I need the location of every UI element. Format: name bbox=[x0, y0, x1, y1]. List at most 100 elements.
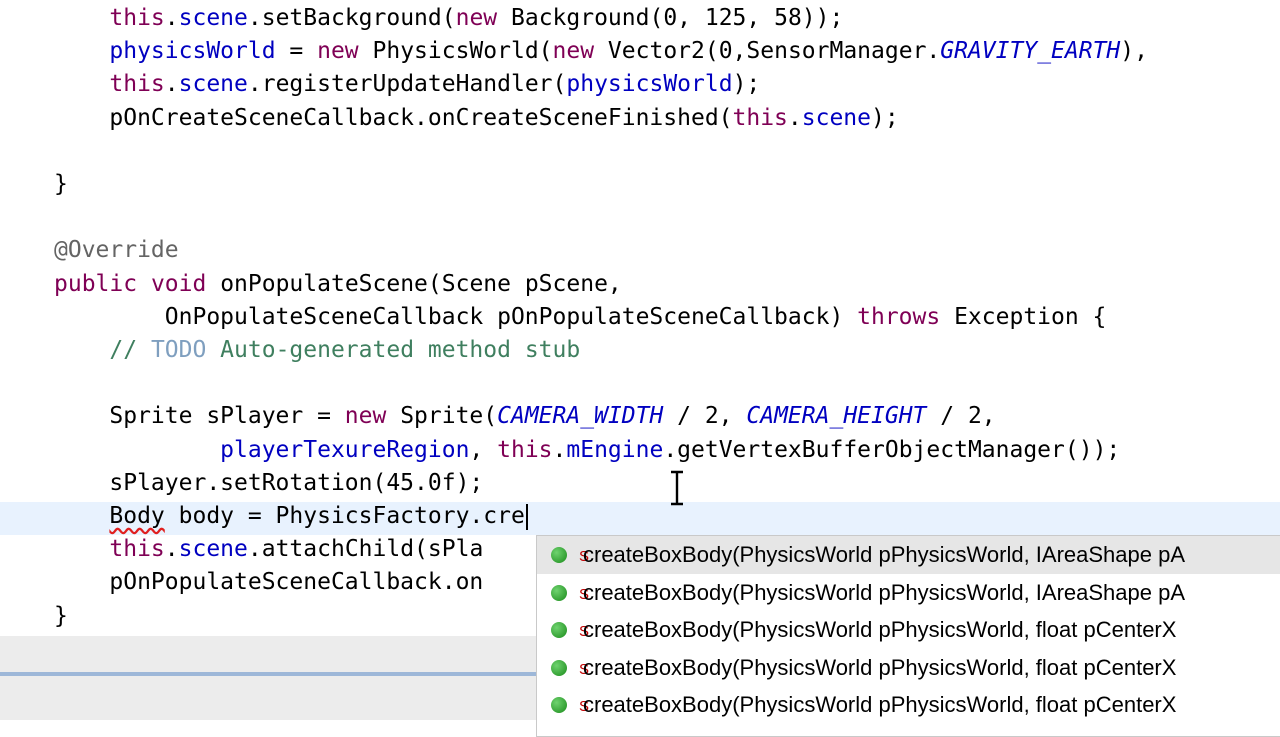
code-token: } bbox=[54, 171, 68, 197]
public-static-method-icon: S bbox=[551, 697, 589, 715]
code-token: , bbox=[469, 436, 498, 463]
code-token: Auto-generated method stub bbox=[206, 337, 581, 363]
code-token: .registerUpdateHandler( bbox=[247, 71, 567, 98]
code-line[interactable]: } bbox=[54, 600, 68, 633]
completion-item[interactable]: ScreateBoxBody(PhysicsWorld pPhysicsWorl… bbox=[537, 649, 1280, 687]
code-token: this bbox=[732, 104, 788, 131]
code-line[interactable]: Sprite sPlayer = new Sprite(CAMERA_WIDTH… bbox=[54, 400, 996, 433]
code-token: = bbox=[275, 38, 318, 65]
code-line[interactable]: pOnPopulateSceneCallback.on bbox=[54, 566, 483, 599]
code-token: ), bbox=[1120, 38, 1148, 65]
public-static-method-icon: S bbox=[551, 547, 589, 565]
code-token: pOnPopulateSceneCallback.on bbox=[54, 569, 484, 596]
code-token: Vector2(0,SensorManager. bbox=[594, 38, 941, 65]
code-token: ); bbox=[732, 71, 761, 98]
code-token: public bbox=[54, 270, 138, 297]
code-token: . bbox=[787, 104, 802, 131]
text-cursor-icon bbox=[671, 470, 683, 506]
code-token: CAMERA_WIDTH bbox=[497, 403, 664, 430]
code-token: . bbox=[164, 536, 179, 563]
code-token: scene bbox=[178, 536, 248, 563]
code-line[interactable]: Body body = PhysicsFactory.cre bbox=[54, 500, 528, 533]
completion-item[interactable]: ScreateBoxBody(PhysicsWorld pPhysicsWorl… bbox=[537, 536, 1280, 574]
code-token: sPlayer.setRotation(45.0f); bbox=[54, 469, 484, 496]
code-line[interactable]: @Override bbox=[54, 234, 179, 267]
completion-item-label: createBoxBody(PhysicsWorld pPhysicsWorld… bbox=[583, 542, 1186, 567]
code-token: physicsWorld bbox=[109, 38, 276, 65]
code-token: scene bbox=[178, 5, 248, 31]
code-token: .setBackground( bbox=[247, 5, 456, 31]
code-line[interactable]: this.scene.attachChild(sPla bbox=[54, 533, 483, 566]
code-token: Background(0, 125, 58)); bbox=[497, 5, 844, 31]
text-caret bbox=[525, 503, 528, 530]
code-line[interactable]: this.scene.registerUpdateHandler(physics… bbox=[54, 68, 760, 101]
code-token: new bbox=[317, 38, 359, 65]
code-token: throws bbox=[857, 303, 941, 330]
completion-item-label: createBoxBody(PhysicsWorld pPhysicsWorld… bbox=[583, 579, 1186, 605]
code-token: Sprite sPlayer = bbox=[54, 403, 345, 430]
completion-item[interactable]: ScreateBoxBody(PhysicsWorld pPhysicsWorl… bbox=[537, 686, 1280, 724]
public-static-method-icon: S bbox=[551, 659, 589, 678]
code-token: Sprite( bbox=[386, 403, 498, 430]
code-token: onPopulateScene(Scene pScene, bbox=[206, 270, 622, 297]
code-line[interactable]: pOnCreateSceneCallback.onCreateSceneFini… bbox=[54, 102, 899, 135]
code-token: . bbox=[164, 71, 179, 98]
code-token: new bbox=[344, 403, 387, 430]
code-completion-popup[interactable]: ScreateBoxBody(PhysicsWorld pPhysicsWorl… bbox=[536, 535, 1280, 737]
code-token: scene bbox=[178, 71, 248, 98]
completion-item[interactable]: ScreateBoxBody(PhysicsWorld pPhysicsWorl… bbox=[537, 611, 1280, 649]
code-token: void bbox=[150, 270, 207, 297]
code-token: scene bbox=[801, 104, 872, 131]
code-line[interactable]: // TODO Auto-generated method stub bbox=[54, 334, 580, 367]
code-token: Body bbox=[109, 503, 165, 529]
code-token: Exception { bbox=[940, 303, 1107, 330]
code-token: TODO bbox=[150, 337, 207, 363]
code-token: body = PhysicsFactory.cre bbox=[164, 503, 525, 529]
code-token: @Override bbox=[54, 237, 179, 264]
code-token: this bbox=[497, 436, 553, 463]
code-line[interactable]: } bbox=[54, 168, 68, 201]
code-token: new bbox=[455, 5, 498, 31]
completion-item-label: createBoxBody(PhysicsWorld pPhysicsWorld… bbox=[583, 692, 1177, 718]
code-token: / 2, bbox=[663, 403, 747, 430]
code-line[interactable]: sPlayer.setRotation(45.0f); bbox=[54, 467, 483, 500]
code-token: new bbox=[552, 38, 595, 65]
code-token: this bbox=[109, 71, 165, 98]
code-line[interactable]: public void onPopulateScene(Scene pScene… bbox=[54, 268, 622, 301]
code-token: . bbox=[552, 436, 567, 463]
code-token: GRAVITY_EARTH bbox=[940, 38, 1121, 65]
code-token: PhysicsWorld( bbox=[358, 38, 553, 65]
completion-item-label: createBoxBody(PhysicsWorld pPhysicsWorld… bbox=[583, 654, 1177, 680]
completion-item-label: createBoxBody(PhysicsWorld pPhysicsWorld… bbox=[583, 617, 1177, 643]
code-token: .getVertexBufferObjectManager()); bbox=[663, 436, 1121, 463]
code-token: this bbox=[109, 5, 165, 31]
completion-item[interactable]: ScreateBoxBody(PhysicsWorld pPhysicsWorl… bbox=[537, 574, 1280, 612]
code-token: . bbox=[164, 5, 179, 31]
code-token: OnPopulateSceneCallback pOnPopulateScene… bbox=[54, 303, 858, 330]
code-token: // bbox=[109, 337, 151, 363]
code-line[interactable]: physicsWorld = new PhysicsWorld(new Vect… bbox=[54, 35, 1148, 68]
public-static-method-icon: S bbox=[551, 584, 589, 603]
public-static-method-icon: S bbox=[551, 622, 589, 640]
code-token: pOnCreateSceneCallback.onCreateSceneFini… bbox=[54, 104, 733, 131]
code-line[interactable]: this.scene.setBackground(new Background(… bbox=[54, 2, 843, 35]
code-line[interactable]: OnPopulateSceneCallback pOnPopulateScene… bbox=[54, 301, 1107, 334]
code-token: this bbox=[109, 536, 165, 563]
code-token: physicsWorld bbox=[566, 71, 733, 98]
code-token: ); bbox=[871, 104, 899, 131]
code-line[interactable]: playerTexureRegion, this.mEngine.getVert… bbox=[54, 434, 1120, 467]
code-token: CAMERA_HEIGHT bbox=[746, 403, 927, 430]
code-token: } bbox=[54, 602, 68, 629]
code-token: mEngine bbox=[566, 436, 664, 463]
horizontal-scrollbar[interactable] bbox=[0, 672, 540, 676]
code-token: / 2, bbox=[926, 403, 996, 430]
code-token: playerTexureRegion bbox=[220, 436, 470, 463]
